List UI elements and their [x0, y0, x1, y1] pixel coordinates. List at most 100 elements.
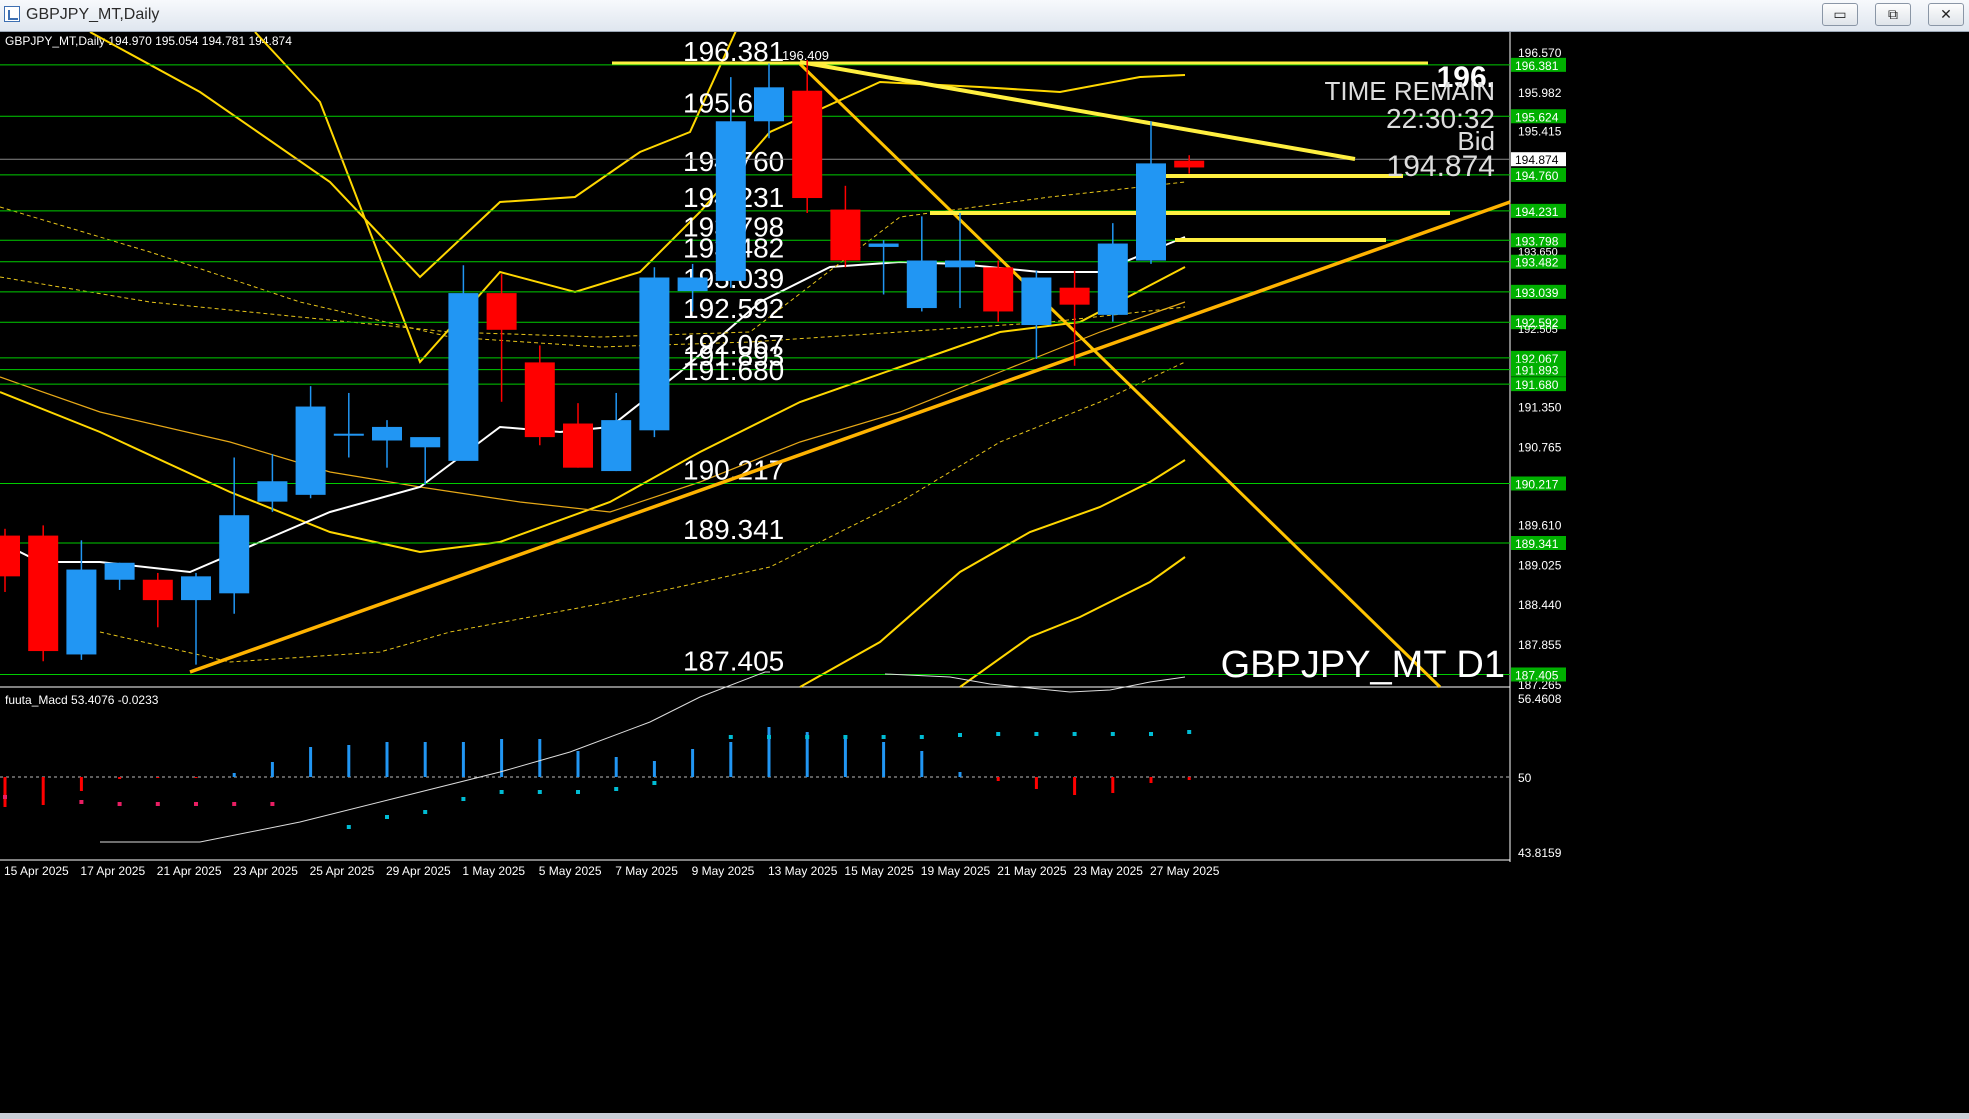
macd-axis-bottom: 43.8159 — [1518, 846, 1562, 860]
macd-signal-dot — [155, 802, 160, 806]
candle-body — [906, 260, 937, 309]
macd-signal-dot — [1187, 730, 1192, 734]
macd-signal-dot — [3, 795, 7, 799]
candle-body — [792, 90, 823, 199]
candle-body — [66, 569, 97, 655]
lower-band-2 — [799, 459, 1186, 688]
time-axis-label: 17 Apr 2025 — [80, 864, 145, 878]
candle-body — [333, 433, 364, 436]
candle-body — [28, 535, 59, 652]
window-titlebar[interactable]: GBPJPY_MT,Daily ▭ ⧉ ✕ — [0, 0, 1969, 32]
macd-signal-dot — [194, 802, 198, 806]
time-axis-label: 7 May 2025 — [615, 864, 678, 878]
price-axis-level-tag-text: 191.680 — [1515, 378, 1559, 392]
candle-body — [563, 423, 593, 468]
candle-body — [945, 260, 975, 268]
price-axis-level-tag-text: 195.624 — [1515, 110, 1559, 124]
close-button[interactable]: ✕ — [1928, 3, 1964, 26]
candle-body — [0, 535, 20, 577]
price-axis-level-tag-text: 191.893 — [1515, 364, 1559, 378]
time-axis-label: 9 May 2025 — [692, 864, 755, 878]
price-axis-level-tag-text: 194.231 — [1515, 205, 1559, 219]
candle-body — [983, 267, 1014, 312]
candle-body — [601, 420, 632, 472]
candle-body — [181, 576, 211, 601]
candle-body — [219, 515, 250, 594]
window-title: GBPJPY_MT,Daily — [26, 6, 160, 23]
time-axis-label: 21 May 2025 — [997, 864, 1067, 878]
candle-body — [830, 209, 861, 261]
macd-axis-mid: 50 — [1518, 771, 1532, 785]
candle-body — [677, 277, 708, 292]
price-axis-level-tag-text: 190.217 — [1515, 477, 1559, 491]
dashed-curve-2 — [0, 181, 1186, 338]
macd-signal-dot — [881, 735, 886, 739]
time-remain-label: TIME REMAIN — [1325, 76, 1495, 106]
price-axis-level-tag-text: 189.341 — [1515, 537, 1559, 551]
candle-body — [142, 579, 173, 601]
chart-window-icon — [4, 6, 20, 22]
sr-level-label: 189.341 — [683, 514, 784, 545]
sr-level-label: 190.217 — [683, 454, 784, 485]
price-axis-level-tag-text: 194.760 — [1515, 169, 1559, 183]
macd-signal-dot — [423, 810, 428, 814]
time-axis-label: 13 May 2025 — [768, 864, 838, 878]
candle-body — [868, 243, 899, 247]
candle-body — [715, 121, 746, 281]
price-chart[interactable]: GBPJPY_MT,Daily 194.970 195.054 194.781 … — [0, 32, 1969, 1119]
macd-signal-dot — [614, 787, 619, 791]
candle-body — [295, 406, 326, 495]
price-axis-tick: 195.982 — [1518, 86, 1562, 100]
candle-body — [524, 362, 555, 438]
price-axis-tick: 195.415 — [1518, 124, 1562, 138]
candle-body — [372, 426, 402, 441]
macd-signal-dot — [232, 802, 237, 806]
candle-body — [486, 293, 517, 330]
time-axis-label: 27 May 2025 — [1150, 864, 1220, 878]
current-price-tag-text: 194.874 — [1515, 153, 1559, 167]
macd-signal-dot — [461, 797, 466, 801]
price-axis-tick: 189.610 — [1518, 519, 1562, 533]
candle-body — [639, 277, 670, 431]
macd-axis-top: 56.4608 — [1518, 692, 1562, 706]
macd-signal-dot — [1149, 732, 1153, 736]
ma-orange — [0, 301, 1186, 513]
price-axis-level-tag-text: 196.381 — [1515, 59, 1559, 73]
price-axis-tick: 188.440 — [1518, 598, 1562, 612]
sr-level-label: 192.592 — [683, 293, 784, 324]
time-axis-label: 5 May 2025 — [539, 864, 602, 878]
time-axis-label: 23 Apr 2025 — [233, 864, 298, 878]
chart-info-text: GBPJPY_MT,Daily 194.970 195.054 194.781 … — [5, 34, 292, 48]
sr-level-label: 191.680 — [683, 355, 784, 386]
time-axis-label: 23 May 2025 — [1074, 864, 1144, 878]
bid-value: 194.874 — [1387, 150, 1495, 183]
macd-signal-dot — [270, 802, 275, 806]
candle-body — [448, 293, 479, 461]
macd-signal-dot — [537, 790, 542, 794]
minimize-button[interactable]: ▭ — [1822, 3, 1858, 26]
price-axis-marker: 193.650 — [1518, 246, 1558, 258]
bottom-border — [0, 1113, 1969, 1119]
macd-signal-dot — [996, 732, 1001, 736]
chart-area[interactable]: GBPJPY_MT,Daily 194.970 195.054 194.781 … — [0, 32, 1969, 1119]
macd-signal-dot — [117, 802, 122, 806]
macd-signal-dot — [919, 735, 924, 739]
price-axis-tick: 189.025 — [1518, 558, 1562, 572]
macd-signal-dot — [958, 733, 962, 737]
time-axis-label: 29 Apr 2025 — [386, 864, 451, 878]
macd-signal-dot — [728, 735, 733, 739]
candle-body — [410, 437, 441, 448]
macd-signal-dot — [652, 781, 657, 785]
price-axis-tick: 190.765 — [1518, 440, 1562, 454]
candle-body — [1136, 163, 1166, 261]
restore-button[interactable]: ⧉ — [1875, 3, 1911, 26]
time-axis-label: 15 Apr 2025 — [4, 864, 69, 878]
lower-band-3 — [959, 556, 1186, 688]
macd-signal-dot — [346, 825, 351, 829]
candle-body — [754, 87, 784, 122]
candle-body — [1021, 277, 1052, 326]
macd-line-right — [884, 673, 1186, 693]
time-axis-label: 21 Apr 2025 — [157, 864, 222, 878]
time-axis-label: 25 Apr 2025 — [310, 864, 375, 878]
price-axis-tick: 187.855 — [1518, 638, 1562, 652]
